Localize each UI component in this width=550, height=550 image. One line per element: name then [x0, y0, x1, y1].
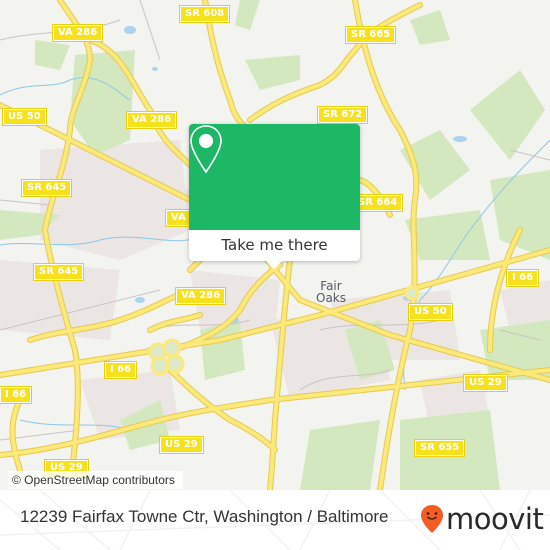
road-label-va286: VA 286: [51, 24, 104, 42]
road-label-i66: I 66: [505, 269, 540, 287]
place-label-line2: Oaks: [316, 291, 346, 305]
moovit-pin-icon: [421, 505, 443, 533]
road-label-sr672: SR 672: [316, 106, 369, 124]
road-label-us50: US 50: [408, 303, 453, 321]
road-label-us50: US 50: [2, 108, 47, 126]
map-view[interactable]: VA 286 SR 608 SR 665 US 50 VA 286 SR 672…: [0, 0, 550, 490]
road-label-sr608: SR 608: [178, 5, 231, 23]
road-label-sr655: SR 655: [413, 439, 466, 457]
popup-header: [189, 124, 360, 230]
road-label-sr664: SR 664: [351, 194, 404, 212]
map-pin-icon: [190, 125, 222, 174]
road-label-va: VA: [165, 209, 192, 227]
road-label-va286: VA 286: [174, 287, 227, 305]
popup-pointer: [266, 261, 282, 269]
road-label-us29: US 29: [463, 374, 508, 392]
take-me-there-button[interactable]: Take me there: [189, 230, 360, 261]
location-popup: Take me there: [189, 124, 360, 269]
footer-bar: 12239 Fairfax Towne Ctr, Washington / Ba…: [0, 490, 550, 550]
road-label-i66: I 66: [0, 386, 33, 404]
road-label-va286: VA 286: [125, 111, 178, 129]
address-text: 12239 Fairfax Towne Ctr, Washington / Ba…: [20, 507, 389, 526]
road-label-sr665: SR 665: [344, 26, 397, 44]
place-label-fair-oaks: Fair Oaks: [316, 280, 346, 304]
road-label-us29: US 29: [159, 436, 204, 454]
road-label-sr645: SR 645: [32, 263, 85, 281]
road-label-i66: I 66: [103, 361, 138, 379]
map-attribution[interactable]: © OpenStreetMap contributors: [8, 471, 183, 489]
moovit-logo[interactable]: moovit: [420, 502, 544, 536]
road-label-sr645: SR 645: [20, 179, 73, 197]
moovit-wordmark: moovit: [446, 502, 544, 536]
